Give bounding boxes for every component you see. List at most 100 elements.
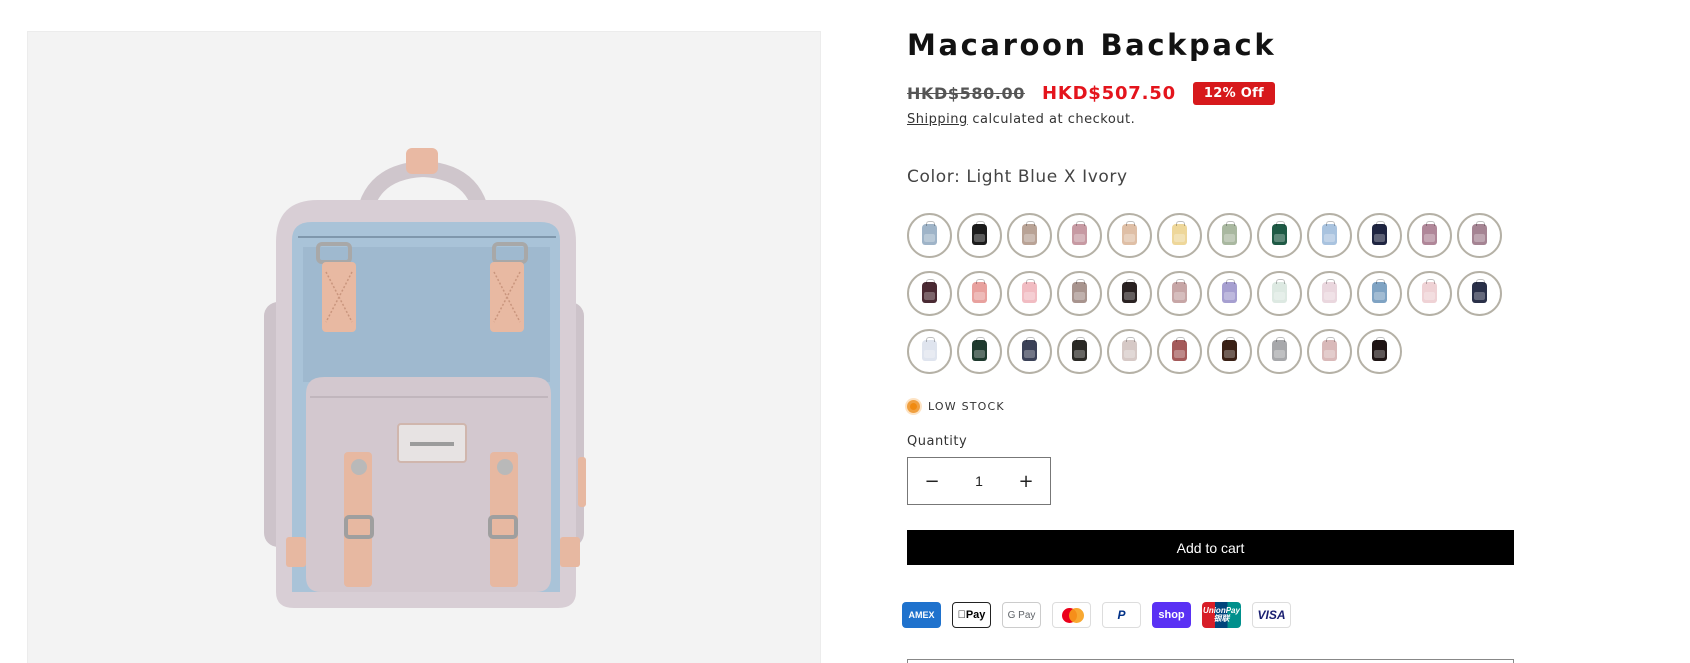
backpack-thumbnail-icon [1172, 337, 1187, 361]
color-swatch[interactable] [1307, 213, 1352, 258]
color-swatch[interactable] [1207, 329, 1252, 374]
backpack-thumbnail-icon [1122, 279, 1137, 303]
amex-icon: AMEX [902, 602, 941, 628]
backpack-thumbnail-icon [1022, 279, 1037, 303]
color-swatch[interactable] [907, 271, 952, 316]
color-swatch[interactable] [1457, 271, 1502, 316]
google-pay-icon: G Pay [1002, 602, 1041, 628]
backpack-thumbnail-icon [1272, 279, 1287, 303]
quantity-label: Quantity [907, 434, 968, 449]
color-swatch[interactable] [957, 213, 1002, 258]
color-swatch[interactable] [1207, 213, 1252, 258]
backpack-thumbnail-icon [1122, 337, 1137, 361]
backpack-thumbnail-icon [1422, 279, 1437, 303]
color-swatch[interactable] [907, 329, 952, 374]
color-swatch[interactable] [1007, 329, 1052, 374]
color-swatch[interactable] [1107, 329, 1152, 374]
unionpay-icon: UnionPay 银联 [1202, 602, 1241, 628]
backpack-thumbnail-icon [1072, 221, 1087, 245]
low-stock-icon [907, 400, 920, 413]
backpack-thumbnail-icon [1072, 337, 1087, 361]
backpack-thumbnail-icon [1222, 279, 1237, 303]
backpack-thumbnail-icon [1272, 337, 1287, 361]
color-swatch[interactable] [1257, 271, 1302, 316]
quantity-input[interactable] [959, 466, 999, 496]
color-swatch[interactable] [1157, 213, 1202, 258]
color-swatch[interactable] [1257, 213, 1302, 258]
mastercard-orange-circle [1069, 608, 1084, 623]
discount-badge: 12% Off [1192, 81, 1276, 105]
apple-pay-icon: Pay [952, 602, 991, 628]
shipping-link[interactable]: Shipping [907, 112, 968, 127]
color-swatch[interactable] [1057, 213, 1102, 258]
backpack-thumbnail-icon [1022, 337, 1037, 361]
backpack-thumbnail-icon [1472, 221, 1487, 245]
color-swatch[interactable] [1207, 271, 1252, 316]
color-swatch[interactable] [1357, 271, 1402, 316]
color-swatch[interactable] [1107, 271, 1152, 316]
backpack-thumbnail-icon [1272, 221, 1287, 245]
price-row: HKD$580.00 HKD$507.50 12% Off [907, 80, 1276, 106]
apple-icon:  [958, 609, 966, 621]
google-pay-label: G Pay [1007, 609, 1036, 621]
apple-pay-label: Pay [961, 609, 986, 621]
color-swatch[interactable] [957, 271, 1002, 316]
color-swatch[interactable] [1107, 213, 1152, 258]
backpack-thumbnail-icon [1022, 221, 1037, 245]
backpack-thumbnail-icon [1372, 279, 1387, 303]
unionpay-label: UnionPay 银联 [1203, 606, 1240, 623]
compare-price: HKD$580.00 [907, 83, 1025, 103]
backpack-image [264, 148, 586, 608]
color-swatch[interactable] [1257, 329, 1302, 374]
buy-it-now-button[interactable] [907, 659, 1514, 663]
backpack-thumbnail-icon [972, 337, 987, 361]
color-swatch[interactable] [1357, 213, 1402, 258]
color-swatch[interactable] [1407, 271, 1452, 316]
backpack-thumbnail-icon [1172, 279, 1187, 303]
quantity-stepper: − + [907, 457, 1051, 505]
backpack-thumbnail-icon [1222, 221, 1237, 245]
color-swatch[interactable] [1457, 213, 1502, 258]
decrease-quantity-button[interactable]: − [908, 458, 956, 504]
backpack-thumbnail-icon [1422, 221, 1437, 245]
backpack-thumbnail-icon [922, 221, 937, 245]
color-label: Color: Light Blue X Ivory [907, 167, 1128, 187]
shop-pay-label: shop [1158, 609, 1185, 621]
add-to-cart-button[interactable]: Add to cart [907, 530, 1514, 565]
backpack-thumbnail-icon [1172, 221, 1187, 245]
product-media[interactable] [27, 31, 821, 663]
backpack-thumbnail-icon [1372, 221, 1387, 245]
color-swatch[interactable] [1157, 329, 1202, 374]
backpack-thumbnail-icon [972, 221, 987, 245]
backpack-thumbnail-icon [1322, 221, 1337, 245]
backpack-thumbnail-icon [1322, 279, 1337, 303]
backpack-thumbnail-icon [1122, 221, 1137, 245]
color-swatch[interactable] [1307, 271, 1352, 316]
mastercard-icon [1052, 602, 1091, 628]
color-swatch[interactable] [907, 213, 952, 258]
color-swatch[interactable] [957, 329, 1002, 374]
amex-label: AMEX [908, 610, 935, 620]
visa-label: VISA [1257, 608, 1286, 622]
visa-icon: VISA [1252, 602, 1291, 628]
backpack-thumbnail-icon [922, 279, 937, 303]
backpack-thumbnail-icon [922, 337, 937, 361]
payment-icons: AMEX Pay G Pay P shop UnionPay 银联 VISA [902, 602, 1291, 628]
sale-price: HKD$507.50 [1041, 82, 1176, 104]
shipping-note: Shipping calculated at checkout. [907, 112, 1135, 127]
shop-pay-icon: shop [1152, 602, 1191, 628]
color-swatch[interactable] [1407, 213, 1452, 258]
color-swatch[interactable] [1057, 329, 1102, 374]
shipping-note-text: calculated at checkout. [967, 112, 1136, 127]
backpack-thumbnail-icon [1322, 337, 1337, 361]
color-swatch[interactable] [1307, 329, 1352, 374]
increase-quantity-button[interactable]: + [1002, 458, 1050, 504]
color-swatch[interactable] [1157, 271, 1202, 316]
color-swatch[interactable] [1007, 213, 1052, 258]
paypal-icon: P [1102, 602, 1141, 628]
color-swatch[interactable] [1357, 329, 1402, 374]
color-swatch[interactable] [1057, 271, 1102, 316]
product-title: Macaroon Backpack [907, 28, 1277, 62]
backpack-thumbnail-icon [1072, 279, 1087, 303]
color-swatch[interactable] [1007, 271, 1052, 316]
